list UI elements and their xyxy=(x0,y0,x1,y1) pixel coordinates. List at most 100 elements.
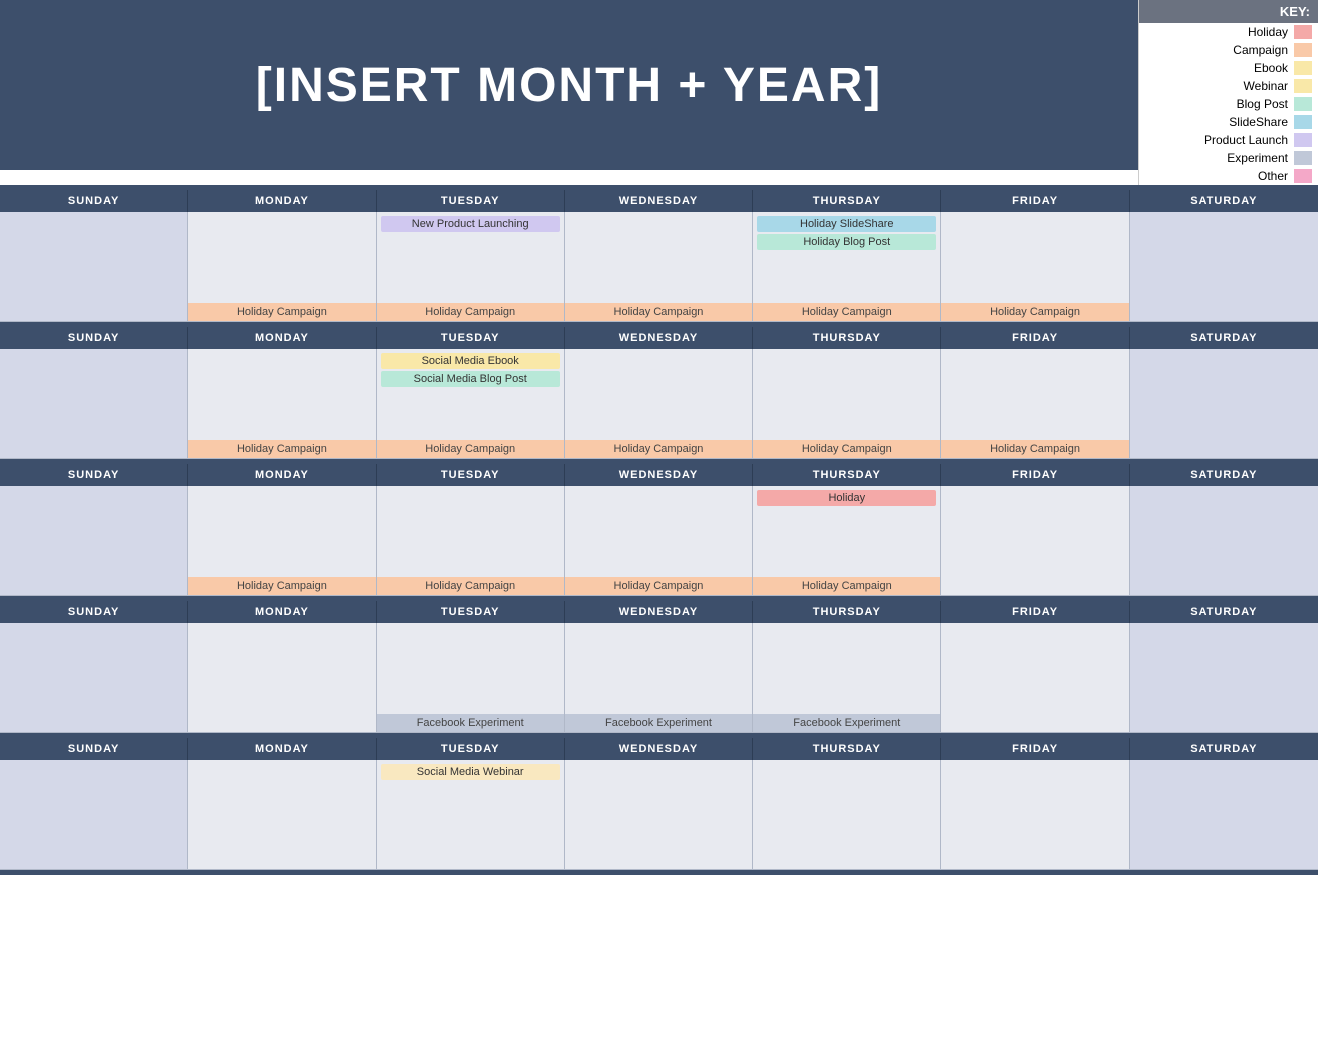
events-area-4-4 xyxy=(753,760,940,869)
key-color-0 xyxy=(1294,25,1312,39)
week-days-2: Holiday CampaignHoliday CampaignHoliday … xyxy=(0,486,1318,596)
day-header-2-5: FRIDAY xyxy=(941,464,1129,486)
key-item-3: Webinar xyxy=(1139,77,1318,95)
key-color-1 xyxy=(1294,43,1312,57)
day-header-0-2: TUESDAY xyxy=(377,190,565,212)
day-cell-1-1: Holiday Campaign xyxy=(188,349,376,459)
key-color-3 xyxy=(1294,79,1312,93)
day-header-1-6: SATURDAY xyxy=(1130,327,1318,349)
events-area-2-3 xyxy=(565,486,752,577)
events-area-4-6 xyxy=(1130,760,1318,869)
day-cell-0-6 xyxy=(1130,212,1318,322)
day-header-0-3: WEDNESDAY xyxy=(565,190,753,212)
day-header-2-3: WEDNESDAY xyxy=(565,464,753,486)
day-cell-4-0 xyxy=(0,760,188,870)
key-header: KEY: xyxy=(1139,0,1318,23)
events-area-3-3 xyxy=(565,623,752,714)
page-title: [INSERT MONTH + YEAR] xyxy=(256,58,882,113)
day-cell-4-2: Social Media Webinar xyxy=(377,760,565,870)
day-cell-4-3 xyxy=(565,760,753,870)
day-header-4-2: TUESDAY xyxy=(377,738,565,760)
day-cell-4-6 xyxy=(1130,760,1318,870)
key-label-0: Holiday xyxy=(1248,25,1288,39)
key-label-2: Ebook xyxy=(1254,61,1288,75)
week-header-1: SUNDAYMONDAYTUESDAYWEDNESDAYTHURSDAYFRID… xyxy=(0,327,1318,349)
key-items: HolidayCampaignEbookWebinarBlog PostSlid… xyxy=(1139,23,1318,185)
events-area-4-3 xyxy=(565,760,752,869)
key-label-7: Experiment xyxy=(1227,151,1288,165)
bottom-tag-2-2: Holiday Campaign xyxy=(377,577,564,595)
events-area-0-3 xyxy=(565,212,752,303)
events-area-4-2: Social Media Webinar xyxy=(377,760,564,869)
bottom-tag-1-2: Holiday Campaign xyxy=(377,440,564,458)
week-header-0: SUNDAYMONDAYTUESDAYWEDNESDAYTHURSDAYFRID… xyxy=(0,190,1318,212)
events-area-3-0 xyxy=(0,623,187,732)
events-area-3-5 xyxy=(941,623,1128,732)
bottom-tag-1-3: Holiday Campaign xyxy=(565,440,752,458)
key-color-8 xyxy=(1294,169,1312,183)
event-tag-2-4-0: Holiday xyxy=(757,490,936,506)
key-label-8: Other xyxy=(1258,169,1288,183)
day-header-3-1: MONDAY xyxy=(188,601,376,623)
day-cell-3-6 xyxy=(1130,623,1318,733)
day-header-3-6: SATURDAY xyxy=(1130,601,1318,623)
events-area-3-6 xyxy=(1130,623,1318,732)
day-header-4-6: SATURDAY xyxy=(1130,738,1318,760)
day-cell-3-5 xyxy=(941,623,1129,733)
day-header-2-6: SATURDAY xyxy=(1130,464,1318,486)
events-area-2-6 xyxy=(1130,486,1318,595)
events-area-2-4: Holiday xyxy=(753,486,940,577)
event-tag-0-4-1: Holiday Blog Post xyxy=(757,234,936,250)
week-header-3: SUNDAYMONDAYTUESDAYWEDNESDAYTHURSDAYFRID… xyxy=(0,601,1318,623)
key-color-2 xyxy=(1294,61,1312,75)
day-header-3-2: TUESDAY xyxy=(377,601,565,623)
day-cell-1-5: Holiday Campaign xyxy=(941,349,1129,459)
day-cell-3-1 xyxy=(188,623,376,733)
events-area-0-5 xyxy=(941,212,1128,303)
event-tag-0-2-0: New Product Launching xyxy=(381,216,560,232)
day-header-3-5: FRIDAY xyxy=(941,601,1129,623)
key-item-6: Product Launch xyxy=(1139,131,1318,149)
events-area-2-1 xyxy=(188,486,375,577)
day-cell-0-0 xyxy=(0,212,188,322)
bottom-tag-3-4: Facebook Experiment xyxy=(753,714,940,732)
events-area-4-1 xyxy=(188,760,375,869)
events-area-2-0 xyxy=(0,486,187,595)
day-header-1-5: FRIDAY xyxy=(941,327,1129,349)
day-cell-1-6 xyxy=(1130,349,1318,459)
key-color-7 xyxy=(1294,151,1312,165)
key-panel: KEY: HolidayCampaignEbookWebinarBlog Pos… xyxy=(1138,0,1318,185)
week-days-3: Facebook ExperimentFacebook ExperimentFa… xyxy=(0,623,1318,733)
key-color-6 xyxy=(1294,133,1312,147)
day-header-2-0: SUNDAY xyxy=(0,464,188,486)
key-item-5: SlideShare xyxy=(1139,113,1318,131)
bottom-tag-3-2: Facebook Experiment xyxy=(377,714,564,732)
day-header-0-4: THURSDAY xyxy=(753,190,941,212)
day-cell-0-4: Holiday SlideShareHoliday Blog PostHolid… xyxy=(753,212,941,322)
bottom-tag-3-3: Facebook Experiment xyxy=(565,714,752,732)
day-cell-1-4: Holiday Campaign xyxy=(753,349,941,459)
bottom-separator xyxy=(0,870,1318,875)
day-header-1-4: THURSDAY xyxy=(753,327,941,349)
events-area-1-4 xyxy=(753,349,940,440)
day-cell-1-3: Holiday Campaign xyxy=(565,349,753,459)
day-cell-2-5 xyxy=(941,486,1129,596)
day-cell-2-6 xyxy=(1130,486,1318,596)
events-area-4-5 xyxy=(941,760,1128,869)
events-area-3-4 xyxy=(753,623,940,714)
day-cell-1-2: Social Media EbookSocial Media Blog Post… xyxy=(377,349,565,459)
week-header-2: SUNDAYMONDAYTUESDAYWEDNESDAYTHURSDAYFRID… xyxy=(0,464,1318,486)
events-area-0-0 xyxy=(0,212,187,321)
day-cell-2-3: Holiday Campaign xyxy=(565,486,753,596)
day-cell-0-5: Holiday Campaign xyxy=(941,212,1129,322)
bottom-tag-1-1: Holiday Campaign xyxy=(188,440,375,458)
events-area-1-3 xyxy=(565,349,752,440)
key-label-3: Webinar xyxy=(1244,79,1288,93)
day-header-3-4: THURSDAY xyxy=(753,601,941,623)
bottom-tag-2-1: Holiday Campaign xyxy=(188,577,375,595)
bottom-tag-0-2: Holiday Campaign xyxy=(377,303,564,321)
key-item-7: Experiment xyxy=(1139,149,1318,167)
bottom-tag-0-4: Holiday Campaign xyxy=(753,303,940,321)
bottom-tag-0-1: Holiday Campaign xyxy=(188,303,375,321)
events-area-2-5 xyxy=(941,486,1128,595)
